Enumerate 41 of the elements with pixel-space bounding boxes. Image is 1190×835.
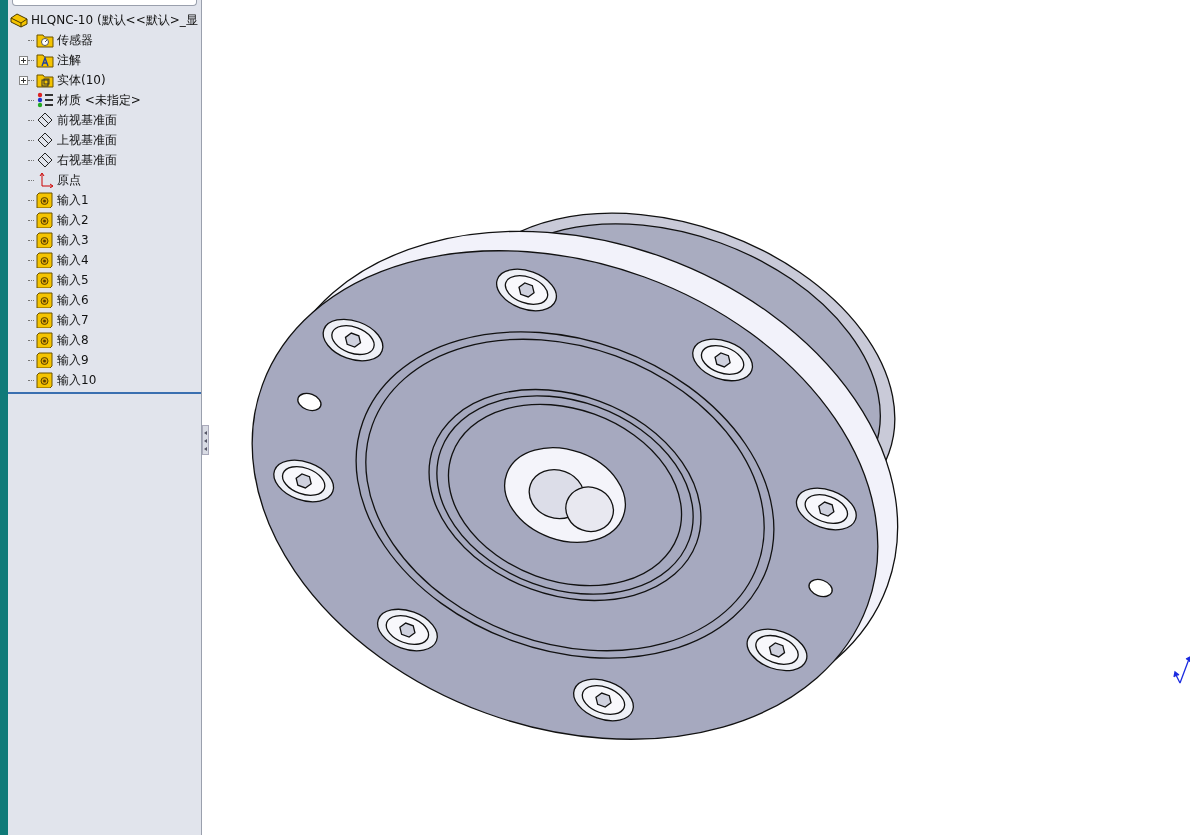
tree-item-label[interactable]: 输入5 bbox=[57, 271, 89, 289]
tree-item-label[interactable]: 输入9 bbox=[57, 351, 89, 369]
imported-body-icon bbox=[36, 292, 54, 308]
imported-body-icon bbox=[36, 192, 54, 208]
sensor-folder-icon bbox=[36, 32, 54, 48]
tree-item-label[interactable]: 原点 bbox=[57, 171, 81, 189]
plane-icon bbox=[36, 112, 54, 128]
tree-item-label[interactable]: 实体(10) bbox=[57, 71, 106, 89]
tree-item-label[interactable]: 输入2 bbox=[57, 211, 89, 229]
material-icon bbox=[36, 92, 54, 108]
annotation-folder-icon bbox=[36, 52, 54, 68]
tree-item-label[interactable]: 上视基准面 bbox=[57, 131, 117, 149]
tree-item-label[interactable]: 输入8 bbox=[57, 331, 89, 349]
tree-item-label[interactable]: 注解 bbox=[57, 51, 81, 69]
solid-folder-icon bbox=[36, 72, 54, 88]
part-icon bbox=[10, 12, 28, 28]
imported-body-icon bbox=[36, 372, 54, 388]
imported-body-icon bbox=[36, 272, 54, 288]
plane-icon bbox=[36, 132, 54, 148]
imported-body-icon bbox=[36, 232, 54, 248]
tree-item-label[interactable]: 输入1 bbox=[57, 191, 89, 209]
tree-item-label[interactable]: 材质 <未指定> bbox=[57, 91, 141, 109]
part-tree-item[interactable]: HLQNC-10 (默认<<默认>_显 bbox=[8, 10, 201, 30]
imported-body-icon bbox=[36, 332, 54, 348]
imported-body-icon bbox=[36, 252, 54, 268]
expand-icon[interactable] bbox=[19, 55, 28, 65]
imported-body-icon bbox=[36, 312, 54, 328]
tree-item-label[interactable]: 传感器 bbox=[57, 31, 93, 49]
tree-item-label[interactable]: 前视基准面 bbox=[57, 111, 117, 129]
tree-item-label[interactable]: 输入10 bbox=[57, 371, 97, 389]
imported-body-icon bbox=[36, 212, 54, 228]
tree-item-label[interactable]: 输入3 bbox=[57, 231, 89, 249]
expand-icon[interactable] bbox=[19, 75, 28, 85]
imported-body-icon bbox=[36, 352, 54, 368]
tree-item-label[interactable]: 输入4 bbox=[57, 251, 89, 269]
panel-splitter-handle[interactable] bbox=[202, 425, 209, 455]
tree-item-label[interactable]: 右视基准面 bbox=[57, 151, 117, 169]
plane-icon bbox=[36, 152, 54, 168]
tree-item-label[interactable]: 输入7 bbox=[57, 311, 89, 329]
search-field[interactable] bbox=[12, 0, 197, 6]
tree-item-label[interactable]: 输入6 bbox=[57, 291, 89, 309]
